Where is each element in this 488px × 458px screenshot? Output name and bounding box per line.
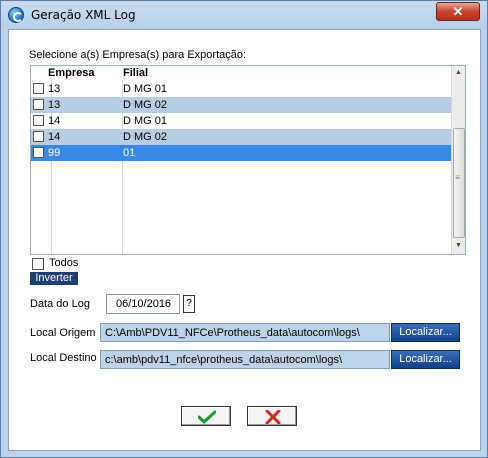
origem-path-field[interactable]: C:\Amb\PDV11_NFCe\Protheus_data\autocom\…: [100, 323, 390, 342]
table-row[interactable]: 14 D MG 02: [31, 129, 451, 145]
col-header-filial[interactable]: Filial: [123, 67, 148, 79]
x-icon: [265, 410, 281, 424]
close-button[interactable]: ✕: [436, 2, 480, 21]
table-row[interactable]: 14 D MG 01: [31, 113, 451, 129]
window-title: Geração XML Log: [31, 8, 136, 22]
dialog-body: Selecione a(s) Empresa(s) para Exportaçã…: [8, 29, 481, 451]
cell-empresa: 99: [48, 147, 61, 159]
destino-localizar-button[interactable]: Localizar...: [391, 350, 460, 369]
inverter-button[interactable]: Inverter: [30, 272, 78, 285]
row-checkbox[interactable]: [33, 83, 44, 94]
scroll-thumb[interactable]: [453, 128, 465, 238]
origem-localizar-button[interactable]: Localizar...: [391, 323, 460, 342]
title-bar: Geração XML Log ✕: [1, 1, 487, 29]
table-row[interactable]: 13 D MG 01: [31, 81, 451, 97]
todos-checkbox[interactable]: [32, 258, 44, 270]
table-row[interactable]: 13 D MG 02: [31, 97, 451, 113]
date-help-button[interactable]: ?: [183, 295, 195, 313]
table-row[interactable]: 99 01: [31, 145, 451, 161]
date-log-label: Data do Log: [30, 298, 90, 310]
confirm-button[interactable]: [181, 406, 231, 426]
app-icon: [8, 7, 24, 23]
cell-filial: 01: [123, 147, 136, 159]
cell-filial: D MG 01: [123, 83, 168, 95]
cell-empresa: 14: [48, 115, 61, 127]
cancel-button[interactable]: [247, 406, 297, 426]
grid-header: Empresa Filial: [31, 66, 451, 80]
cell-empresa: 14: [48, 131, 61, 143]
scroll-up-icon[interactable]: ▲: [455, 69, 462, 76]
check-icon: [198, 410, 216, 424]
companies-label: Selecione a(s) Empresa(s) para Exportaçã…: [29, 49, 247, 61]
todos-label: Todos: [49, 257, 79, 269]
col-header-empresa[interactable]: Empresa: [48, 67, 94, 79]
cell-filial: D MG 02: [123, 99, 168, 111]
row-checkbox[interactable]: [33, 99, 44, 110]
cell-empresa: 13: [48, 83, 61, 95]
row-checkbox[interactable]: [33, 115, 44, 126]
cell-empresa: 13: [48, 99, 61, 111]
cell-filial: D MG 02: [123, 131, 168, 143]
scroll-down-icon[interactable]: ▼: [455, 242, 462, 249]
grid-scrollbar[interactable]: ▲ ≡ ▼: [451, 66, 465, 254]
row-checkbox[interactable]: [33, 131, 44, 142]
destino-label: Local Destino: [30, 352, 97, 364]
companies-grid[interactable]: Empresa Filial 13 D MG 01 13 D MG 02 14 …: [30, 65, 466, 255]
scroll-grip-icon: ≡: [455, 173, 460, 182]
date-log-field[interactable]: 06/10/2016: [106, 294, 180, 314]
destino-path-field[interactable]: c:\amb\pdv11_nfce\protheus_data\autocom\…: [100, 350, 390, 369]
row-checkbox[interactable]: [33, 147, 44, 158]
cell-filial: D MG 01: [123, 115, 168, 127]
origem-label: Local Origem: [30, 327, 96, 339]
dialog-window: Geração XML Log ✕ Selecione a(s) Empresa…: [0, 0, 488, 458]
